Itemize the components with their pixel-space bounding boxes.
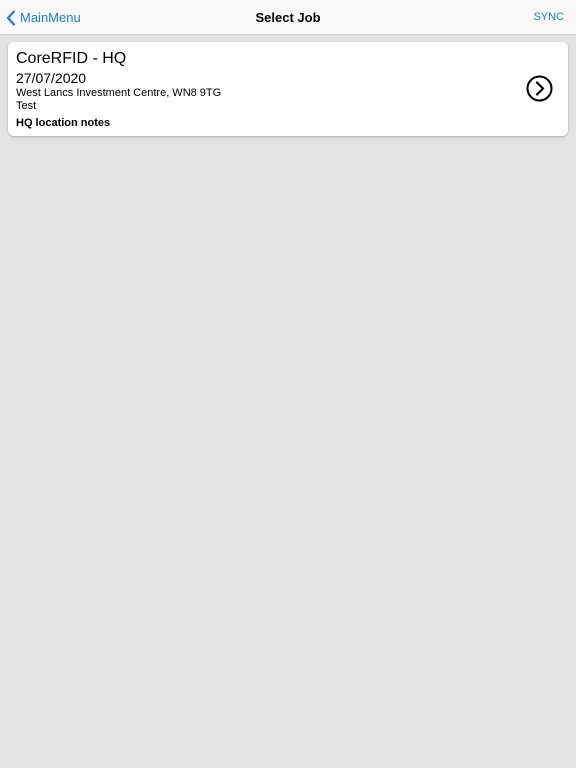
page-title: Select Job xyxy=(255,10,321,25)
job-description: Test xyxy=(16,100,37,112)
job-list: CoreRFID - HQ 27/07/2020 West Lancs Inve… xyxy=(8,42,568,136)
job-notes: HQ location notes xyxy=(16,117,111,129)
job-card[interactable]: CoreRFID - HQ 27/07/2020 West Lancs Inve… xyxy=(8,42,568,136)
sync-button[interactable]: SYNC xyxy=(533,0,564,35)
back-button-label: MainMenu xyxy=(20,10,81,25)
job-date: 27/07/2020 xyxy=(16,70,87,86)
chevron-right-circle-icon[interactable] xyxy=(526,75,553,102)
job-name: CoreRFID - HQ xyxy=(16,50,127,67)
back-button[interactable]: MainMenu xyxy=(6,0,81,35)
navigation-bar: MainMenu Select Job SYNC xyxy=(0,0,576,35)
chevron-left-icon xyxy=(6,9,16,26)
job-address: West Lancs Investment Centre, WN8 9TG xyxy=(16,87,222,99)
